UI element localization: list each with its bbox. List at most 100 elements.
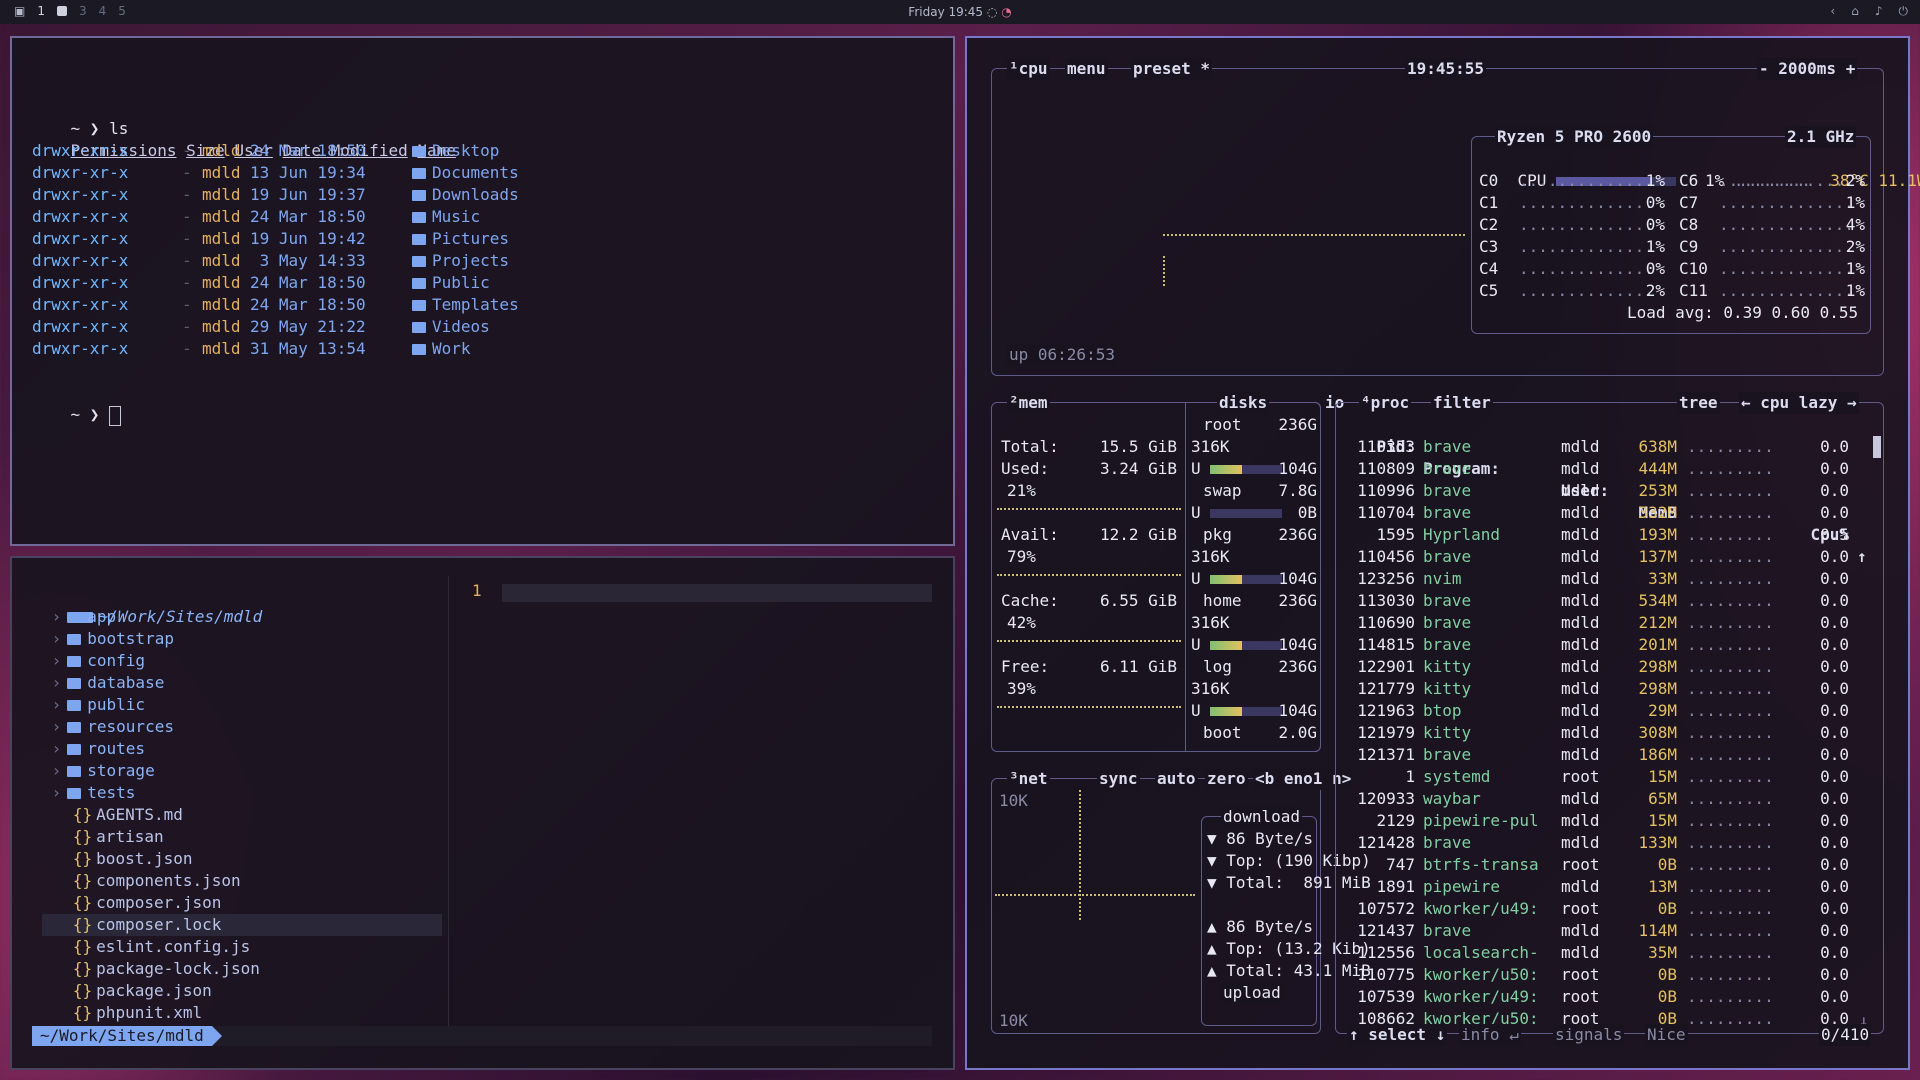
chevron-right-icon[interactable]: ›: [42, 717, 62, 736]
tree-folder[interactable]: › app: [42, 606, 117, 628]
ls-row[interactable]: drwxr-xr-x - mdld 19 Jun 19:42 Pictures: [32, 228, 532, 250]
tree-folder[interactable]: › storage: [42, 760, 155, 782]
process-row[interactable]: 110809 brave mdld 444M......... 0.0: [1345, 458, 1849, 480]
ls-row[interactable]: drwxr-xr-x - mdld 13 Jun 19:34 Documents: [32, 162, 532, 184]
tree-file[interactable]: {} eslint.config.js: [42, 936, 442, 958]
ls-row[interactable]: drwxr-xr-x - mdld 24 Mar 18:50 Desktop: [32, 140, 532, 162]
idle-icon[interactable]: ◌: [987, 5, 997, 19]
process-row[interactable]: 110704 brave mdld 332M......... 0.0: [1345, 502, 1849, 524]
process-row[interactable]: 107572 kworker/u49: root 0B......... 0.0: [1345, 898, 1849, 920]
permissions: drwxr-xr-x: [32, 251, 129, 270]
signals-hint[interactable]: signals: [1553, 1024, 1625, 1046]
tree-folder[interactable]: › routes: [42, 738, 145, 760]
btop-window[interactable]: ¹cpu menu preset * 19:45:55 - 2000ms + u…: [965, 36, 1920, 1070]
chevron-right-icon[interactable]: ›: [42, 629, 62, 648]
tree-file[interactable]: {} composer.lock: [42, 914, 442, 936]
process-row[interactable]: 113030 brave mdld 534M......... 0.0: [1345, 590, 1849, 612]
process-row[interactable]: 120933 waybar mdld 65M......... 0.0: [1345, 788, 1849, 810]
ls-row[interactable]: drwxr-xr-x - mdld 24 Mar 18:50 Public: [32, 272, 532, 294]
record-icon[interactable]: ◔: [1001, 5, 1011, 19]
nice-hint[interactable]: Nice: [1645, 1024, 1688, 1046]
process-row[interactable]: 114815 brave mdld 201M......... 0.0: [1345, 634, 1849, 656]
tree-file[interactable]: {} components.json: [42, 870, 442, 892]
tree-folder[interactable]: › bootstrap: [42, 628, 174, 650]
chevron-right-icon[interactable]: ›: [42, 783, 62, 802]
power-icon[interactable]: ⏻: [1899, 4, 1909, 19]
update-interval[interactable]: - 2000ms +: [1757, 58, 1858, 80]
ls-row[interactable]: drwxr-xr-x - mdld 24 Mar 18:50 Music: [32, 206, 532, 228]
tree-folder[interactable]: › tests: [42, 782, 136, 804]
process-row[interactable]: 110456 brave mdld 137M......... 0.0: [1345, 546, 1849, 568]
process-row[interactable]: 121963 btop mdld 29M......... 0.0: [1345, 700, 1849, 722]
disks-tab[interactable]: disks: [1217, 392, 1270, 414]
folder-icon: [67, 700, 82, 711]
process-row[interactable]: 122901 kitty mdld 298M......... 0.0: [1345, 656, 1849, 678]
proc-scrollbar[interactable]: [1873, 436, 1881, 458]
process-row[interactable]: 1595 Hyprland mdld 193M......... 0.5: [1345, 524, 1849, 546]
tree-file[interactable]: {} composer.json: [42, 892, 442, 914]
process-row[interactable]: 121437 brave mdld 114M......... 0.0: [1345, 920, 1849, 942]
process-row[interactable]: 110996 brave mdld 253M......... 0.0: [1345, 480, 1849, 502]
editor-window[interactable]: ~/Work/Sites/mdld › app › bootstrap › confi…: [10, 556, 955, 1070]
sync-tab[interactable]: sync: [1097, 768, 1140, 790]
preset-tab[interactable]: preset *: [1131, 58, 1213, 80]
tree-file[interactable]: {} artisan: [42, 826, 442, 848]
chevron-right-icon[interactable]: ›: [42, 673, 62, 692]
current-line[interactable]: [502, 584, 932, 602]
process-row[interactable]: 121779 kitty mdld 298M......... 0.0: [1345, 678, 1849, 700]
process-row[interactable]: 112556 localsearch-mdld 35M......... 0.0: [1345, 942, 1849, 964]
chevron-right-icon[interactable]: ›: [42, 651, 62, 670]
network-icon[interactable]: ⌂: [1851, 4, 1859, 19]
select-hint[interactable]: ↑ select ↓: [1347, 1024, 1448, 1046]
chevron-right-icon[interactable]: ›: [42, 761, 62, 780]
menu-tab[interactable]: menu: [1065, 58, 1108, 80]
chevron-right-icon[interactable]: ›: [42, 739, 62, 758]
volume-icon[interactable]: ♪: [1875, 4, 1883, 19]
editor-split[interactable]: [448, 576, 449, 1046]
tree-folder[interactable]: › config: [42, 650, 145, 672]
ls-row[interactable]: drwxr-xr-x - mdld 29 May 21:22 Videos: [32, 316, 532, 338]
auto-tab[interactable]: auto: [1155, 768, 1198, 790]
process-row[interactable]: 747 btrfs-transa root 0B......... 0.0: [1345, 854, 1849, 876]
process-row[interactable]: 110775 kworker/u50: root 0B......... 0.0: [1345, 964, 1849, 986]
process-row[interactable]: 110353 brave mdld 638M......... 0.0: [1345, 436, 1849, 458]
chevron-right-icon[interactable]: ›: [42, 607, 62, 626]
process-row[interactable]: 121371 brave mdld 186M......... 0.0: [1345, 744, 1849, 766]
process-row[interactable]: 123256 nvim mdld 33M......... 0.0: [1345, 568, 1849, 590]
tree-file[interactable]: {} phpunit.xml: [42, 1002, 442, 1024]
net-tab[interactable]: ³net: [1007, 768, 1050, 790]
tree-folder[interactable]: › database: [42, 672, 165, 694]
tree-root[interactable]: ~/Work/Sites/mdld: [40, 584, 262, 626]
tree-file[interactable]: {} boost.json: [42, 848, 442, 870]
cpu-graph: .........: [1687, 833, 1774, 852]
proc-tab[interactable]: ⁴proc: [1359, 392, 1412, 414]
process-row[interactable]: 121428 brave mdld 133M......... 0.0: [1345, 832, 1849, 854]
process-row[interactable]: 110690 brave mdld 212M......... 0.0: [1345, 612, 1849, 634]
net-graph: [995, 894, 1195, 898]
terminal-window[interactable]: ~ ❯ ls Permissions Size User Date Modifi…: [10, 36, 955, 546]
tree-file[interactable]: {} AGENTS.md: [42, 804, 442, 826]
chevron-right-icon[interactable]: ›: [42, 695, 62, 714]
ls-row[interactable]: drwxr-xr-x - mdld 19 Jun 19:37 Downloads: [32, 184, 532, 206]
tree-file[interactable]: {} package-lock.json: [42, 958, 442, 980]
process-row[interactable]: 1891 pipewire mdld 13M......... 0.0: [1345, 876, 1849, 898]
ls-row[interactable]: drwxr-xr-x - mdld 31 May 13:54 Work: [32, 338, 532, 360]
ls-row[interactable]: drwxr-xr-x - mdld 3 May 14:33 Projects: [32, 250, 532, 272]
mem-tab[interactable]: ²mem: [1007, 392, 1050, 414]
process-row[interactable]: 107539 kworker/u49: root 0B......... 0.0: [1345, 986, 1849, 1008]
ls-row[interactable]: drwxr-xr-x - mdld 24 Mar 18:50 Templates: [32, 294, 532, 316]
process-row[interactable]: 1 systemd root 15M......... 0.0: [1345, 766, 1849, 788]
tree-file[interactable]: {} package.json: [42, 980, 442, 1002]
cpu-tab[interactable]: ¹cpu: [1007, 58, 1050, 80]
tree-folder[interactable]: › public: [42, 694, 145, 716]
chevron-left-icon[interactable]: ‹: [1830, 4, 1835, 19]
tree-tab[interactable]: tree: [1677, 392, 1720, 414]
sort-tab[interactable]: ← cpu lazy →: [1739, 392, 1859, 414]
clock[interactable]: Friday 19:45 ◌ ◔: [0, 5, 1920, 19]
process-row[interactable]: 2129 pipewire-pul mdld 15M......... 0.0: [1345, 810, 1849, 832]
zero-tab[interactable]: zero: [1205, 768, 1248, 790]
tree-folder[interactable]: › resources: [42, 716, 174, 738]
process-row[interactable]: 121979 kitty mdld 308M......... 0.0: [1345, 722, 1849, 744]
filter-tab[interactable]: filter: [1431, 392, 1493, 414]
info-hint[interactable]: info ↵: [1459, 1024, 1521, 1046]
